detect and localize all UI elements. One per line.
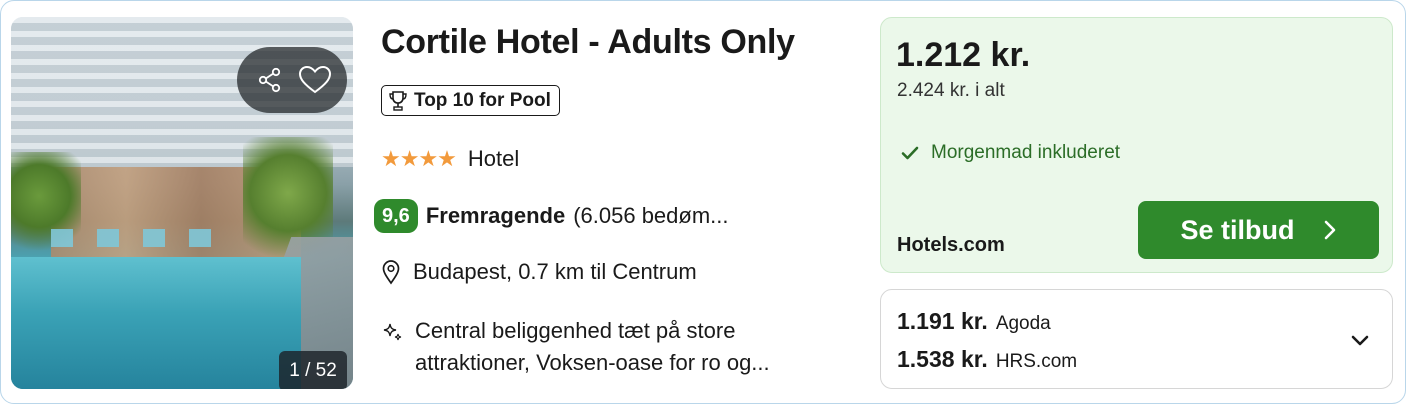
photo-pool (11, 257, 301, 389)
heart-icon (298, 65, 331, 94)
property-type: Hotel (467, 146, 520, 171)
other-offers-panel[interactable]: 1.191 kr. Agoda 1.538 kr. HRS.com (880, 289, 1393, 389)
chevron-right-icon (1324, 220, 1335, 240)
offer-price: 1.191 kr. (897, 308, 988, 334)
highlight-row: Central beliggenhed tæt på store attrakt… (381, 315, 855, 379)
deal-total: 2.424 kr. i alt (897, 80, 1005, 101)
award-badge: Top 10 for Pool (381, 85, 560, 116)
photo-counter: 1 / 52 (279, 351, 347, 389)
guest-rating-row[interactable]: 9,6 Fremragende (6.056 bedøm... (374, 199, 729, 233)
favorite-button[interactable] (295, 60, 335, 100)
sparkle-icon (383, 323, 402, 341)
offer-row[interactable]: 1.191 kr. Agoda (897, 308, 1051, 335)
photo-loungers (51, 229, 231, 247)
map-pin-icon (382, 260, 400, 285)
deal-provider: Hotels.com (897, 234, 1005, 256)
offer-source: Agoda (995, 313, 1051, 334)
offer-price: 1.538 kr. (897, 346, 988, 372)
hotel-details: Cortile Hotel - Adults Only Top 10 for P… (374, 19, 851, 389)
offer-source: HRS.com (995, 351, 1078, 372)
breakfast-perk: Morgenmad inkluderet (901, 142, 1120, 164)
breakfast-perk-label: Morgenmad inkluderet (931, 142, 1121, 163)
hotel-result-card[interactable]: 1 / 52 Cortile Hotel - Adults Only Top 1… (0, 0, 1406, 404)
review-count: (6.056 bedøm... (573, 203, 729, 228)
view-deal-label: Se tilbud (1180, 214, 1295, 245)
highlight-text: Central beliggenhed tæt på store attrakt… (415, 318, 770, 375)
location-text: Budapest, 0.7 km til Centrum (413, 259, 697, 284)
chevron-down-icon[interactable] (1348, 328, 1372, 352)
review-score: 9,6 (374, 199, 418, 233)
share-icon (258, 67, 280, 93)
star-rating-row: ★★★★ Hotel (381, 146, 519, 172)
share-button[interactable] (250, 60, 290, 100)
deal-price: 1.212 kr. (896, 36, 1031, 74)
review-label: Fremragende (425, 203, 566, 228)
offer-row[interactable]: 1.538 kr. HRS.com (897, 346, 1077, 373)
hotel-name[interactable]: Cortile Hotel - Adults Only (381, 23, 795, 62)
view-deal-button[interactable]: Se tilbud (1138, 201, 1379, 259)
photo-actions (237, 47, 347, 113)
best-deal-panel[interactable]: 1.212 kr. 2.424 kr. i alt Morgenmad inkl… (880, 17, 1393, 273)
star-rating: ★★★★ (381, 146, 457, 171)
award-badge-label: Top 10 for Pool (414, 89, 551, 111)
trophy-icon (389, 90, 407, 111)
hotel-photo[interactable]: 1 / 52 (11, 17, 353, 389)
checkmark-icon (901, 146, 919, 160)
location-row[interactable]: Budapest, 0.7 km til Centrum (381, 259, 697, 285)
